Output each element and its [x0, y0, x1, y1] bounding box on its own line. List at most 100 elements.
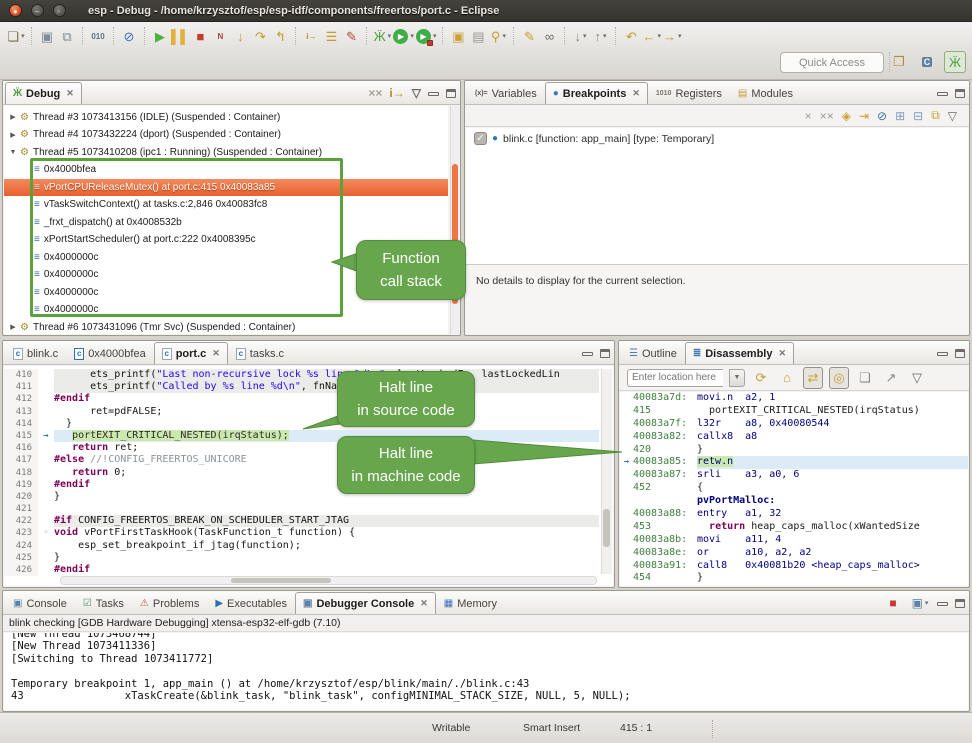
disassembly-line[interactable]: 453 return heap_caps_malloc(xWantedSize [620, 521, 968, 534]
suspend-icon[interactable]: ▌▌ [170, 25, 190, 47]
window-close-button[interactable]: ● [9, 4, 22, 17]
track-expression-icon[interactable]: ◎ [829, 367, 849, 389]
expand-arrow-icon[interactable]: ▶ [8, 113, 18, 121]
cpp-perspective-icon[interactable]: C [916, 51, 938, 73]
tab-problems[interactable]: ⚠Problems [132, 592, 207, 614]
close-icon[interactable]: ✕ [212, 348, 220, 359]
disconnect-icon[interactable]: N [210, 25, 230, 47]
minimize-view-button[interactable] [937, 352, 948, 356]
window-minimize-button[interactable]: – [31, 4, 44, 17]
maximize-view-button[interactable] [955, 89, 965, 98]
display-selected-console-icon[interactable]: ▣▾ [910, 592, 930, 614]
new-wizard-icon[interactable]: ❏▾ [6, 25, 26, 47]
disassembly-line[interactable]: 40083a91:call8 0x40081b20 <heap_caps_mal… [620, 560, 968, 573]
resume-icon[interactable]: ▶ [150, 25, 170, 47]
skip-all-breakpoints-icon[interactable]: ⊘ [877, 109, 887, 123]
run-icon[interactable]: ▶▾ [392, 25, 415, 47]
terminate-icon[interactable]: ■ [190, 25, 210, 47]
step-over-icon[interactable]: ↷ [250, 25, 270, 47]
instruction-stepping-mode-icon[interactable]: i→ [389, 87, 404, 99]
breakpoint-row[interactable]: ✓ ● blink.c [function: app_main] [type: … [466, 128, 968, 145]
minimize-view-button[interactable] [582, 352, 593, 356]
collapse-all-icon[interactable]: ⊟ [913, 109, 923, 123]
disassembly-line[interactable]: 40083a82:callx8 a8 [620, 431, 968, 444]
maximize-view-button[interactable] [600, 349, 610, 358]
tab-variables[interactable]: (x)=Variables [467, 82, 545, 104]
editor-hscrollbar[interactable] [60, 576, 597, 585]
disassembly-line[interactable]: 420} [620, 444, 968, 457]
disassembly-line[interactable]: 452{ [620, 482, 968, 495]
tab-modules[interactable]: ▤Modules [730, 82, 801, 104]
refresh-icon[interactable]: ⟳ [751, 367, 771, 389]
window-maximize-button[interactable]: ▫ [53, 4, 66, 17]
save-icon[interactable]: ▣ [37, 25, 57, 47]
open-perspective-icon[interactable]: ❐ [888, 51, 910, 73]
minimize-view-button[interactable] [428, 92, 439, 96]
binary-file-icon[interactable]: 010 [88, 25, 108, 47]
code-line[interactable]: 420} [4, 491, 599, 503]
goto-breakpoint-file-icon[interactable]: ⇥ [859, 109, 869, 123]
tab-blink-c[interactable]: cblink.c [5, 342, 66, 364]
forward-icon[interactable]: →▾ [662, 25, 683, 47]
sync-with-context-icon[interactable]: ⇄ [803, 367, 823, 389]
previous-annotation-icon[interactable]: ↑▾ [590, 25, 610, 47]
code-line[interactable]: 426#endif [4, 564, 599, 576]
show-whitespace-icon[interactable]: ∞ [539, 25, 559, 47]
close-icon[interactable]: ✕ [632, 88, 640, 99]
tab-outline[interactable]: ☰Outline [621, 342, 685, 364]
thread-row[interactable]: ▶⚙Thread #3 1073413156 (IDLE) (Suspended… [4, 109, 448, 127]
new-view-icon[interactable]: ❏ [855, 367, 875, 389]
thread-row[interactable]: ▶⚙Thread #4 1073432224 (dport) (Suspende… [4, 126, 448, 144]
step-return-icon[interactable]: ↰ [270, 25, 290, 47]
disassembly-line[interactable]: 454} [620, 572, 968, 585]
debug-perspective-icon[interactable]: Ӝ [944, 51, 966, 73]
minimize-view-button[interactable] [937, 602, 948, 606]
show-breakpoints-for-icon[interactable]: ◈ [842, 109, 851, 123]
view-menu-icon[interactable]: ▽ [948, 109, 957, 123]
external-tools-icon[interactable]: ▶▾ [415, 25, 438, 47]
step-into-icon[interactable]: ↓ [230, 25, 250, 47]
maximize-view-button[interactable] [955, 599, 965, 608]
code-line[interactable]: 414 } [4, 418, 599, 430]
tab-tasks[interactable]: ☑Tasks [75, 592, 132, 614]
disassembly-line[interactable]: 40083a7d:movi.n a2, 1 [620, 392, 968, 405]
debug-icon[interactable]: Ӝ▾ [372, 25, 392, 47]
code-line[interactable]: 413 ret=pdFALSE; [4, 406, 599, 418]
code-line[interactable]: 412#endif [4, 393, 599, 405]
close-icon[interactable]: ✕ [66, 88, 74, 99]
code-line[interactable]: 423◦void vPortFirstTaskHook(TaskFunction… [4, 527, 599, 539]
console-output[interactable]: [New Thread 1073468744][New Thread 10734… [4, 633, 968, 710]
source-editor[interactable]: 410 ets_printf("Last non-recursive lock … [4, 366, 613, 586]
code-line[interactable]: 424 esp_set_breakpoint_if_jtag(function)… [4, 540, 599, 552]
tab-0x4000bfea[interactable]: c0x4000bfea [66, 342, 154, 364]
code-line[interactable]: 422#if CONFIG_FREERTOS_BREAK_ON_SCHEDULE… [4, 515, 599, 527]
pin-view-icon[interactable]: ↗ [881, 367, 901, 389]
disassembly-line[interactable]: 40083a88:entry a1, 32 [620, 508, 968, 521]
last-edit-location-icon[interactable]: ↶ [621, 25, 641, 47]
editor-vscrollbar-thumb[interactable] [603, 509, 610, 547]
maximize-view-button[interactable] [446, 89, 456, 98]
disassembly-line[interactable]: 40083a7f:l32r a8, 0x40080544 [620, 418, 968, 431]
view-menu-icon[interactable]: ▽ [907, 367, 927, 389]
save-all-icon[interactable]: ⧉ [57, 25, 77, 47]
expand-arrow-icon[interactable]: ▼ [8, 149, 18, 156]
remove-all-breakpoints-icon[interactable]: ×× [820, 109, 834, 123]
code-line[interactable]: 418 return 0; [4, 467, 599, 479]
step-filters-icon[interactable]: ☰ [321, 25, 341, 47]
remove-all-terminated-icon[interactable]: ×× [368, 87, 382, 99]
tab-console[interactable]: ▣Console [5, 592, 75, 614]
next-annotation-icon[interactable]: ↓▾ [570, 25, 590, 47]
disassembly-line[interactable]: →40083a85:retw.n [620, 456, 968, 469]
tab-debug[interactable]: Ӝ Debug ✕ [5, 82, 82, 104]
back-icon[interactable]: ←▾ [641, 25, 662, 47]
maximize-view-button[interactable] [955, 349, 965, 358]
skip-all-breakpoints-icon[interactable]: ⊘ [119, 25, 139, 47]
edit-filters-icon[interactable]: ✎ [341, 25, 361, 47]
disassembly-listing[interactable]: 40083a7d:movi.n a2, 1415 portEXIT_CRITIC… [620, 392, 968, 586]
code-line[interactable]: 425} [4, 552, 599, 564]
open-element-icon[interactable]: ▣ [448, 25, 468, 47]
code-line[interactable]: 415→ portEXIT_CRITICAL_NESTED(irqStatus)… [4, 430, 599, 442]
location-input[interactable] [627, 369, 723, 387]
tab-debugger-console[interactable]: ▣Debugger Console✕ [295, 592, 436, 614]
search-icon[interactable]: ⚲▾ [488, 25, 508, 47]
